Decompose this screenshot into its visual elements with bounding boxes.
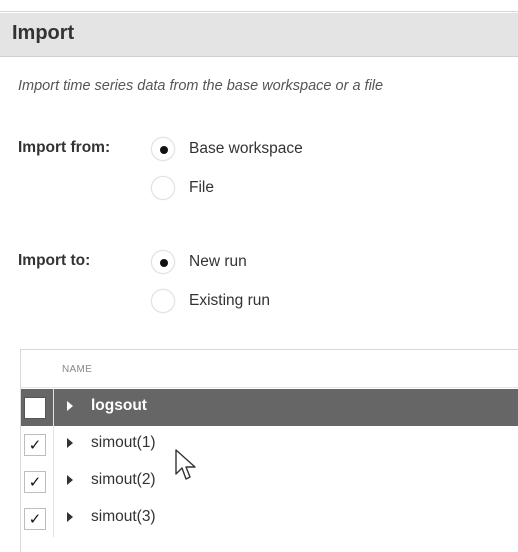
triangle-right-icon[interactable] xyxy=(67,401,73,411)
row-checkbox[interactable]: ✓ xyxy=(24,434,46,456)
row-label: simout(2) xyxy=(91,471,156,488)
radio-circle-icon xyxy=(151,250,175,274)
row-label: simout(3) xyxy=(91,508,156,525)
radio-circle-icon xyxy=(151,176,175,200)
radio-selected-dot-icon xyxy=(160,259,168,267)
row-checkbox[interactable]: ✓ xyxy=(24,508,46,530)
import-description: Import time series data from the base wo… xyxy=(18,78,384,94)
row-checkbox[interactable]: ✓ xyxy=(24,471,46,493)
import-header: Import xyxy=(0,13,518,57)
import-to-label: Import to: xyxy=(18,252,91,269)
page-title: Import xyxy=(12,22,75,44)
radio-file[interactable]: File xyxy=(151,174,214,202)
radio-base-workspace[interactable]: Base workspace xyxy=(151,135,303,163)
top-strip xyxy=(0,0,518,12)
table-row-simout-2[interactable]: ✓ simout(2) xyxy=(21,463,518,500)
triangle-right-icon[interactable] xyxy=(67,475,73,485)
radio-file-label: File xyxy=(189,179,214,196)
radio-circle-icon xyxy=(151,137,175,161)
radio-new-run-label: New run xyxy=(189,253,247,270)
radio-base-workspace-label: Base workspace xyxy=(189,140,303,157)
triangle-right-icon[interactable] xyxy=(67,512,73,522)
column-divider xyxy=(53,389,54,426)
radio-new-run[interactable]: New run xyxy=(151,248,247,276)
table-row-simout-1[interactable]: ✓ simout(1) xyxy=(21,426,518,463)
import-from-label: Import from: xyxy=(18,139,111,156)
radio-circle-icon xyxy=(151,289,175,313)
row-label: simout(1) xyxy=(91,434,156,451)
triangle-right-icon[interactable] xyxy=(67,438,73,448)
mouse-pointer-icon xyxy=(175,449,196,480)
row-checkbox[interactable] xyxy=(24,397,46,419)
table-header: NAME xyxy=(21,350,518,388)
signal-table: NAME logsout ✓ simout(1) ✓ simout(2) ✓ s… xyxy=(20,349,518,552)
row-label: logsout xyxy=(91,397,147,414)
radio-existing-run-label: Existing run xyxy=(189,292,270,309)
radio-selected-dot-icon xyxy=(160,146,168,154)
radio-existing-run[interactable]: Existing run xyxy=(151,287,270,315)
column-divider xyxy=(53,500,54,537)
table-row-simout-3[interactable]: ✓ simout(3) xyxy=(21,500,518,537)
column-header-name[interactable]: NAME xyxy=(62,364,92,375)
table-row-logsout[interactable]: logsout xyxy=(21,389,518,426)
column-divider xyxy=(53,463,54,500)
column-divider xyxy=(53,426,54,463)
